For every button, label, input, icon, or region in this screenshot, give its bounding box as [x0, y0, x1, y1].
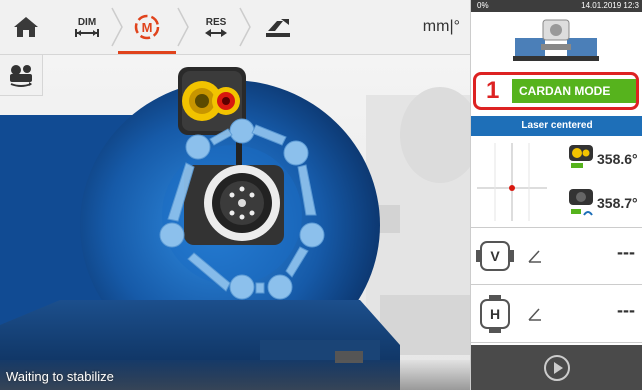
angle-icon: [528, 250, 541, 263]
crosshair-target: [477, 143, 547, 221]
scene-status-bar: Waiting to stabilize: [0, 360, 470, 390]
active-tab-indicator: [118, 51, 176, 54]
res-label: RES: [205, 16, 227, 28]
cardan-mode-button[interactable]: CARDAN MODE: [512, 79, 636, 103]
horizontal-result-row[interactable]: H ---: [471, 286, 642, 343]
play-icon[interactable]: [542, 353, 572, 383]
horizontal-label: H: [490, 306, 500, 322]
mode-number: 1: [486, 77, 500, 104]
measure-mode-icon: M: [134, 14, 160, 40]
vertical-coupling-icon: V: [476, 241, 514, 271]
vertical-label: V: [490, 248, 500, 264]
play-bar: [471, 345, 642, 390]
home-icon: [14, 17, 38, 37]
sensor-icon: [569, 145, 593, 168]
separator-chevron: [239, 7, 251, 47]
units-label[interactable]: mm|°: [423, 18, 460, 36]
measure-mode-button[interactable]: M: [122, 0, 172, 54]
top-toolbar: DIM M RES mm|°: [0, 0, 470, 55]
laser-target-area: 358.6° 358.7°: [471, 137, 642, 228]
vertical-result-row[interactable]: V ---: [471, 228, 642, 285]
horizontal-coupling-icon: H: [480, 295, 510, 333]
horizontal-angle-value: ---: [617, 300, 635, 320]
machine-3d-view: Waiting to stabilize: [0, 55, 470, 390]
view-button[interactable]: [0, 55, 43, 96]
battery-indicator: 0%: [477, 1, 489, 10]
system-status-bar: 0% 14.01.2019 12:3: [471, 0, 642, 12]
laser-reading: 358.7°: [597, 195, 638, 211]
right-panel: 0% 14.01.2019 12:3 1 CARDAN MODE Laser c…: [470, 0, 642, 390]
dim-button[interactable]: DIM: [64, 0, 110, 54]
status-text: Waiting to stabilize: [6, 369, 114, 384]
laser-status-banner: Laser centered: [471, 116, 642, 136]
machine-config-icon[interactable]: [511, 16, 601, 64]
res-button[interactable]: RES: [194, 0, 238, 54]
sensor-reading: 358.6°: [597, 151, 638, 167]
dimensions-icon: [75, 28, 99, 37]
separator-chevron: [177, 7, 189, 47]
datetime-label: 14.01.2019 12:3: [581, 1, 639, 10]
dim-label: DIM: [77, 16, 97, 28]
vertical-angle-value: ---: [617, 242, 635, 262]
svg-text:M: M: [142, 20, 153, 35]
move-icon: [266, 19, 290, 37]
laser-device-icon: [569, 189, 593, 216]
machine-illustration: [0, 67, 470, 390]
camera-view-icon: [10, 65, 32, 87]
move-button[interactable]: [256, 0, 300, 54]
results-icon: [205, 28, 227, 37]
cardan-mode-box[interactable]: 1 CARDAN MODE: [473, 72, 639, 110]
home-button[interactable]: [6, 0, 46, 54]
angle-icon: [528, 308, 541, 321]
